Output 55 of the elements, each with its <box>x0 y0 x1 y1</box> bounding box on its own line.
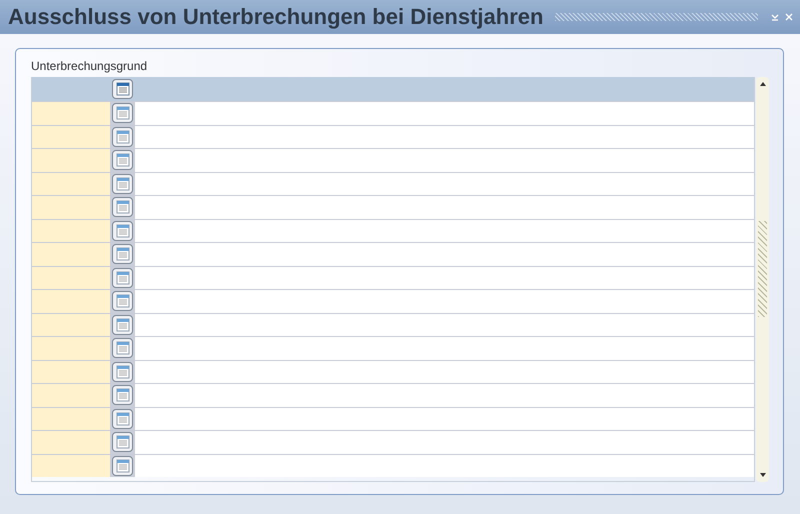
row-detail-button[interactable] <box>112 268 133 288</box>
table-cell[interactable] <box>135 149 754 172</box>
key-cell[interactable] <box>32 384 110 406</box>
table-cell[interactable] <box>135 337 754 360</box>
table-cell[interactable] <box>135 172 754 195</box>
table-cell[interactable] <box>135 408 754 430</box>
key-cell[interactable] <box>32 126 110 148</box>
row-detail-button[interactable] <box>112 174 133 194</box>
table-cell[interactable] <box>135 314 754 336</box>
minimize-icon[interactable] <box>770 12 780 22</box>
section-label: Unterbrechungsgrund <box>31 59 148 73</box>
key-cell[interactable] <box>32 172 110 195</box>
row-detail-button[interactable] <box>112 197 133 218</box>
key-cell[interactable] <box>32 337 110 360</box>
table-cell[interactable] <box>135 360 754 383</box>
table-cell[interactable] <box>135 290 754 312</box>
key-cell[interactable] <box>32 196 110 218</box>
key-cell[interactable] <box>32 243 110 266</box>
table-cell[interactable] <box>135 266 754 289</box>
table-cell[interactable] <box>135 243 754 266</box>
key-cell[interactable] <box>32 149 110 172</box>
row-detail-button[interactable] <box>112 338 133 358</box>
table-cell[interactable] <box>135 196 754 218</box>
scroll-bar[interactable] <box>756 77 769 482</box>
table-cell[interactable] <box>135 431 754 454</box>
key-cell[interactable] <box>32 290 110 312</box>
key-cell[interactable] <box>32 431 110 454</box>
key-cell[interactable] <box>32 314 110 336</box>
key-cell[interactable] <box>32 454 110 477</box>
row-detail-button[interactable] <box>112 408 133 429</box>
key-cell[interactable] <box>32 360 110 383</box>
row-detail-button[interactable] <box>112 362 133 382</box>
table-cell[interactable] <box>135 454 754 477</box>
row-detail-button[interactable] <box>112 385 133 406</box>
detail-button[interactable] <box>112 79 133 99</box>
row-detail-button[interactable] <box>112 150 133 170</box>
window-title: Ausschluss von Unterbrechungen bei Dienstjahren <box>8 4 544 30</box>
scroll-thumb[interactable] <box>758 221 767 317</box>
table-cell[interactable] <box>135 220 754 242</box>
table-cell[interactable] <box>135 126 754 148</box>
key-cell[interactable] <box>32 266 110 289</box>
row-detail-button[interactable] <box>112 126 133 147</box>
row-detail-button[interactable] <box>112 220 133 241</box>
key-cell[interactable] <box>32 220 110 242</box>
row-detail-button[interactable] <box>112 456 133 476</box>
row-detail-button[interactable] <box>112 291 133 312</box>
table-cell[interactable] <box>135 102 754 124</box>
row-detail-button[interactable] <box>112 103 133 124</box>
row-detail-button[interactable] <box>112 432 133 452</box>
key-cell[interactable] <box>32 102 110 124</box>
row-detail-button[interactable] <box>112 314 133 335</box>
close-icon[interactable] <box>784 12 794 22</box>
row-detail-button[interactable] <box>112 244 133 264</box>
table-cell[interactable] <box>135 384 754 406</box>
key-cell[interactable] <box>32 408 110 430</box>
